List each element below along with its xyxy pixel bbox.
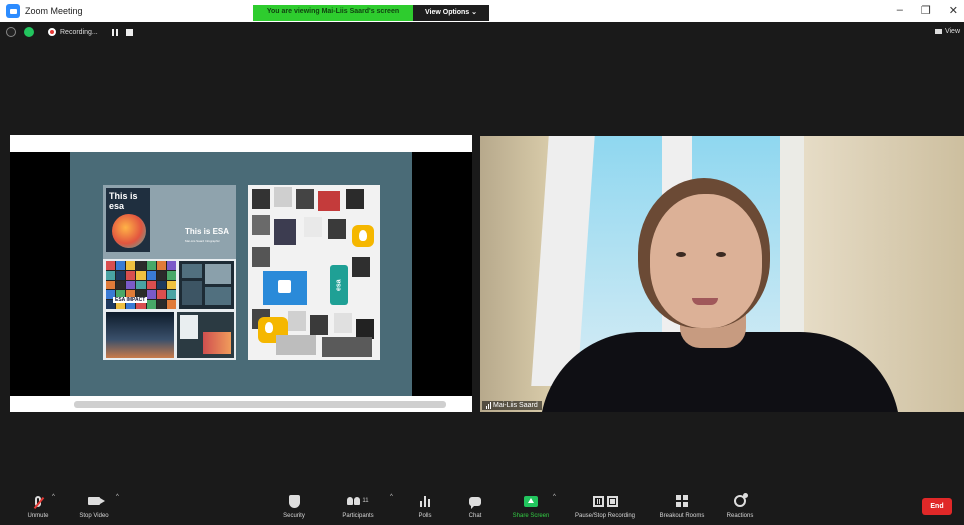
breakout-rooms-button[interactable]: Breakout Rooms — [652, 492, 712, 519]
participants-options-caret[interactable]: ^ — [390, 494, 393, 500]
polls-label: Polls — [418, 513, 432, 519]
photo-collage — [179, 261, 234, 309]
chat-button[interactable]: Chat — [445, 492, 505, 519]
breakout-rooms-grid-icon — [676, 495, 688, 507]
pause-stop-recording-icon — [592, 495, 618, 507]
polls-bar-chart-icon — [420, 495, 430, 507]
share-screen-label: Share Screen — [512, 513, 550, 519]
reactions-smiley-icon — [734, 493, 748, 507]
slide-left-panel: This is esa This is ESA Mai-Liis Saard I… — [103, 185, 236, 360]
shared-screen-top-bar — [10, 135, 472, 152]
stop-video-label: Stop Video — [79, 513, 109, 519]
stop-video-button[interactable]: Stop Video — [64, 492, 124, 519]
security-shield-icon — [288, 494, 300, 508]
chat-label: Chat — [468, 513, 482, 519]
window-title: Zoom Meeting — [25, 6, 83, 16]
participants-label: Participants — [342, 513, 374, 519]
audio-options-caret[interactable]: ^ — [52, 494, 55, 500]
participants-count: 11 — [362, 498, 369, 504]
shared-screen[interactable]: This is esa This is ESA Mai-Liis Saard I… — [10, 135, 472, 412]
close-button[interactable]: ✕ — [949, 4, 958, 17]
pause-stop-recording-label: Pause/Stop Recording — [574, 513, 636, 519]
esa-tag: esa — [330, 265, 348, 305]
share-screen-arrow-icon — [524, 495, 538, 507]
slide-title: This is ESA — [185, 227, 230, 236]
slide-subtitle: Mai-Liis Saard Infographic — [185, 239, 220, 243]
presentation-slide: This is esa This is ESA Mai-Liis Saard I… — [70, 152, 412, 396]
esa-header-image: This is esa This is ESA Mai-Liis Saard I… — [103, 185, 236, 259]
end-meeting-button[interactable]: End — [922, 498, 952, 515]
share-options-caret[interactable]: ^ — [553, 494, 556, 500]
pause-stop-recording-button[interactable]: Pause/Stop Recording — [575, 492, 635, 519]
chat-bubble-icon — [469, 496, 481, 509]
esa-impact-label: ESA IMPACT — [113, 297, 148, 303]
share-screen-button[interactable]: Share Screen — [501, 492, 561, 519]
grid-view-icon — [934, 29, 942, 34]
muted-microphone-icon — [35, 495, 41, 507]
recording-label: Recording... — [60, 28, 98, 36]
participant-video[interactable]: Mai-Liis Saard — [480, 136, 964, 412]
share-banner-message: You are viewing Mai-Liis Saard's screen — [253, 5, 413, 21]
participant-name-tag: Mai-Liis Saard — [482, 401, 542, 410]
shared-screen-bottom-bar — [10, 396, 472, 412]
minimize-button[interactable]: – — [897, 4, 903, 17]
security-label: Security — [283, 513, 305, 519]
reactions-label: Reactions — [726, 513, 754, 519]
esa-poster-image: This is esa — [106, 188, 150, 252]
horizontal-scrollbar[interactable] — [74, 401, 446, 408]
view-label: View — [944, 28, 960, 35]
slide-merchandise-panel: esa — [248, 185, 380, 360]
meeting-info-icon[interactable] — [6, 27, 16, 37]
video-camera-icon — [88, 497, 105, 505]
recording-dot-icon — [48, 28, 56, 36]
view-options-button[interactable]: View Options ⌄ — [413, 5, 489, 21]
breakout-rooms-label: Breakout Rooms — [659, 513, 705, 519]
window-controls: – ❐ ✕ — [897, 4, 958, 17]
blue-tshirt-image — [263, 271, 307, 305]
screen-share-banner: You are viewing Mai-Liis Saard's screen … — [253, 5, 489, 21]
signal-bars-icon — [486, 402, 491, 409]
gallery-photo — [177, 312, 234, 358]
security-button[interactable]: Security — [264, 492, 324, 519]
maximize-button[interactable]: ❐ — [921, 4, 931, 17]
pause-recording-icon[interactable] — [111, 28, 118, 36]
participants-icon — [347, 497, 361, 505]
participant-name: Mai-Liis Saard — [493, 402, 538, 409]
zoom-logo-icon — [6, 4, 20, 18]
night-sky-photo — [106, 312, 174, 358]
encryption-shield-icon[interactable] — [24, 27, 34, 37]
recording-indicator: Recording... — [48, 28, 98, 36]
meeting-toolbar: Unmute ^ Stop Video ^ Security 11 Partic… — [0, 486, 964, 525]
view-button[interactable]: View — [934, 28, 960, 35]
reactions-button[interactable]: Reactions — [710, 492, 770, 519]
meeting-status-bar: Recording... View — [0, 22, 964, 42]
unmute-label: Unmute — [27, 513, 49, 519]
unmute-button[interactable]: Unmute — [8, 492, 68, 519]
participants-button[interactable]: 11 Participants — [328, 492, 388, 519]
poster-label: This is esa — [109, 191, 138, 211]
stop-recording-icon[interactable] — [125, 28, 133, 36]
yellow-badge-icon — [352, 225, 374, 247]
title-bar: Zoom Meeting You are viewing Mai-Liis Sa… — [0, 0, 964, 22]
video-options-caret[interactable]: ^ — [116, 494, 119, 500]
